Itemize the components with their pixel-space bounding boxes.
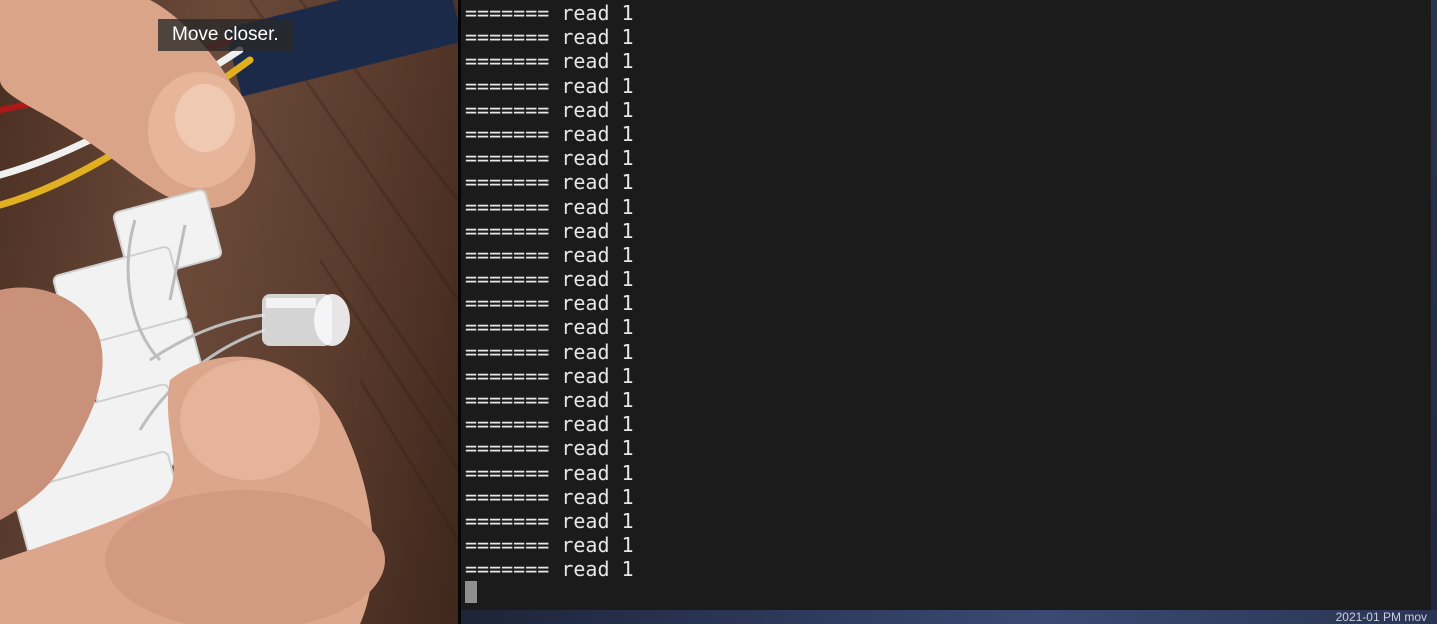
terminal-line: ======= read 1: [465, 194, 634, 219]
terminal-line: ======= read 1: [465, 388, 634, 412]
terminal-line: ======= read 1: [465, 460, 634, 485]
terminal-line: ======= read 1: [465, 73, 634, 98]
terminal-line: ======= read 1: [465, 49, 634, 74]
terminal-line: ======= read 1: [465, 1, 634, 25]
terminal-line: ======= read 1: [465, 146, 634, 171]
terminal-line: ======= read 1: [465, 363, 634, 388]
terminal-cursor: [465, 581, 477, 603]
terminal-line: ======= read 1: [465, 339, 634, 364]
terminal-line: ======= read 1: [465, 557, 634, 582]
terminal-line: ======= read 1: [465, 484, 634, 509]
terminal-line: ======= read 1: [465, 242, 634, 267]
terminal-line: ======= read 1: [465, 25, 634, 50]
terminal-line: ======= read 1: [465, 97, 634, 122]
terminal-output: ======= read 1 ======= read 1 ======= re…: [465, 1, 634, 582]
led: [262, 294, 350, 346]
terminal-line: ======= read 1: [465, 436, 634, 461]
desktop-background: 2021-01 PM mov: [461, 610, 1437, 624]
terminal-line: ======= read 1: [465, 291, 634, 316]
terminal-line: ======= read 1: [465, 315, 634, 340]
camera-feed: Move closer.: [0, 0, 458, 624]
terminal-line: ======= read 1: [465, 533, 634, 558]
terminal-line: ======= read 1: [465, 218, 634, 243]
terminal-line: ======= read 1: [465, 121, 634, 146]
desktop-background-edge: [1431, 0, 1437, 610]
terminal-window[interactable]: ======= read 1 ======= read 1 ======= re…: [461, 0, 1432, 610]
terminal-line: ======= read 1: [465, 412, 634, 437]
terminal-line: ======= read 1: [465, 170, 634, 195]
camera-caption: Move closer.: [158, 19, 293, 51]
terminal-line: ======= read 1: [465, 267, 634, 292]
terminal-line: ======= read 1: [465, 508, 634, 533]
screen: Move closer. ======= read 1 ======= read…: [0, 0, 1437, 624]
camera-scene: [0, 0, 458, 624]
menu-clock: 2021-01 PM mov: [1335, 610, 1427, 624]
